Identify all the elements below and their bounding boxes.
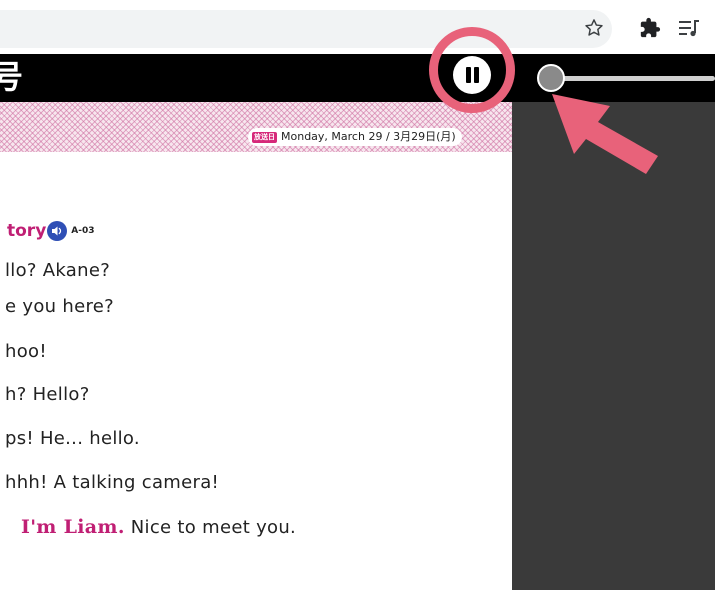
dialogue-text: Nice to meet you.	[124, 517, 297, 538]
seek-track[interactable]	[552, 76, 715, 81]
star-icon[interactable]	[583, 17, 605, 39]
pause-icon	[466, 67, 471, 83]
dialogue-line: hoo!	[5, 341, 47, 362]
speaker-name: I'm Liam.	[21, 516, 125, 538]
dialogue-line: h? Hello?	[5, 384, 90, 405]
dialogue-line: llo? Akane?	[5, 260, 111, 281]
dialogue-line: I'm Liam. Nice to meet you.	[21, 516, 296, 538]
speaker-icon[interactable]	[47, 221, 68, 241]
broadcast-tag: 放送日	[252, 131, 277, 143]
pause-icon-bar	[474, 67, 479, 83]
header-pattern-band: 放送日 Monday, March 29 / 3月29日(月)	[0, 102, 512, 152]
media-queue-icon[interactable]	[677, 17, 701, 39]
dialogue-line: hhh! A talking camera!	[5, 472, 220, 493]
side-panel	[512, 102, 715, 590]
page-title: 号	[0, 58, 24, 96]
track-code: A-03	[71, 226, 95, 236]
extensions-puzzle-icon[interactable]	[639, 17, 661, 39]
screen: 号 放送日 Monday, March 29 / 3月29日(月) tory A…	[0, 0, 715, 590]
browser-toolbar	[0, 0, 715, 54]
dialogue-line: ps! He... hello.	[5, 428, 140, 449]
story-heading: tory A-03	[7, 220, 95, 242]
seek-thumb[interactable]	[537, 64, 565, 92]
story-title: tory	[7, 221, 47, 241]
dialogue-line: e you here?	[5, 296, 115, 317]
broadcast-date: 放送日 Monday, March 29 / 3月29日(月)	[248, 128, 462, 146]
page-content: 放送日 Monday, March 29 / 3月29日(月) tory A-0…	[0, 102, 512, 590]
address-bar[interactable]	[0, 10, 612, 48]
pause-button[interactable]	[453, 56, 491, 94]
date-text: Monday, March 29 / 3月29日(月)	[281, 130, 456, 143]
